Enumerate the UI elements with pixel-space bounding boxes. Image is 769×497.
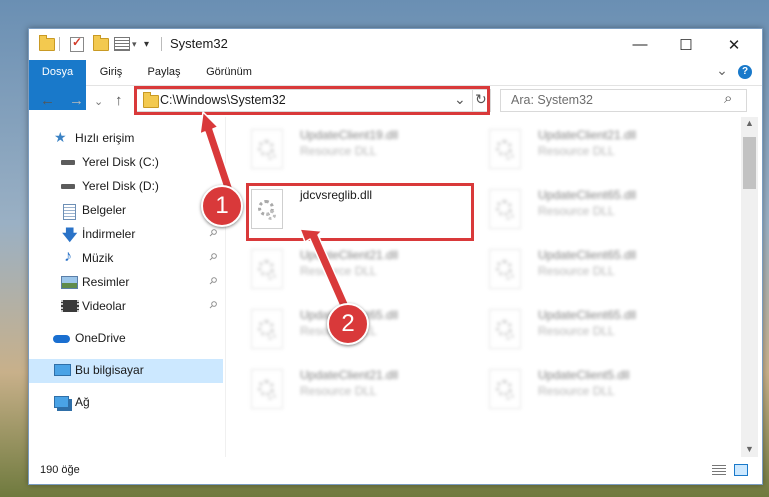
- annotation-arrows: [199, 111, 353, 317]
- step-1-badge: 1: [201, 185, 243, 227]
- arrow-1: [199, 111, 234, 193]
- step-2-badge: 2: [327, 303, 369, 345]
